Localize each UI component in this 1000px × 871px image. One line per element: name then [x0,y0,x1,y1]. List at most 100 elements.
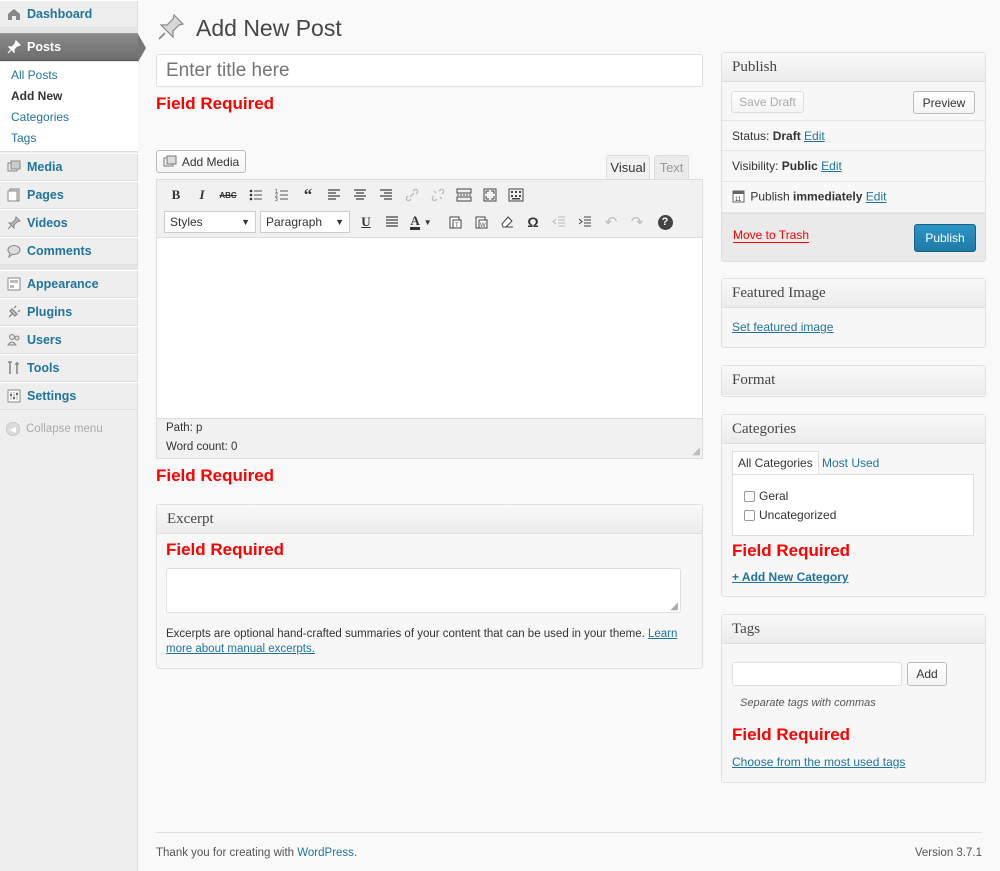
edit-status-link[interactable]: Edit [804,129,825,143]
wordpress-link[interactable]: WordPress [297,847,354,859]
indent-icon[interactable] [575,212,595,232]
category-item[interactable]: Geral [744,489,788,503]
kitchen-sink-toggle-button[interactable] [506,185,526,205]
publish-button[interactable]: Publish [914,224,976,252]
italic-button[interactable]: I [192,185,212,205]
justify-button[interactable] [382,212,402,232]
outdent-icon[interactable] [549,212,569,232]
underline-button[interactable]: U [356,212,376,232]
sidebar-item-appearance[interactable]: Appearance [0,270,138,298]
category-label: Geral [759,489,789,503]
strikethrough-button[interactable]: ABC [218,185,238,205]
editor-path: Path: p [166,422,203,434]
paste-from-word-button[interactable]: W [471,212,491,232]
set-featured-image-link[interactable]: Set featured image [732,320,833,334]
paste-as-text-button[interactable]: T [445,212,465,232]
format-select[interactable]: Paragraph ▼ [260,211,350,233]
plug-icon [6,304,22,320]
sidebar-item-tools[interactable]: Tools [0,354,138,382]
visibility-label: Visibility: [732,159,782,173]
excerpt-textarea[interactable]: ◢ [166,568,681,613]
sidebar-item-posts[interactable]: Posts [0,33,146,62]
bold-button[interactable]: B [166,185,186,205]
sidebar-item-dashboard[interactable]: Dashboard [0,0,138,28]
text-color-button[interactable]: A ▼ [406,212,436,232]
edit-visibility-link[interactable]: Edit [821,159,842,173]
submenu-add-new[interactable]: Add New [11,89,62,103]
categories-panel-title[interactable]: Categories [722,415,985,444]
category-item[interactable]: Uncategorized [744,508,836,522]
tab-all-categories[interactable]: All Categories [732,451,819,475]
calendar-icon: 11 [732,189,745,206]
add-tag-button[interactable]: Add [907,662,947,686]
format-panel-title[interactable]: Format [722,366,985,395]
collapse-menu-button[interactable]: ◀ Collapse menu [6,422,103,436]
sidebar-item-media[interactable]: Media [0,153,138,181]
collapse-arrow-icon: ◀ [6,422,20,436]
sidebar-item-pages[interactable]: Pages [0,181,138,209]
tab-visual[interactable]: Visual [606,155,650,179]
undo-icon[interactable]: ↶ [601,212,621,232]
checkbox[interactable] [744,509,755,521]
status-value: Draft [772,129,801,143]
excerpt-help: Excerpts are optional hand-crafted summa… [166,627,686,657]
add-media-button[interactable]: Add Media [156,150,246,173]
unlink-icon[interactable] [428,185,448,205]
fullscreen-button[interactable] [480,185,500,205]
add-new-category-link[interactable]: + Add New Category [732,570,849,584]
resize-handle-icon[interactable]: ◢ [670,601,678,612]
align-right-button[interactable] [376,185,396,205]
submenu-all-posts[interactable]: All Posts [11,68,58,82]
tab-most-used[interactable]: Most Used [822,456,879,470]
help-icon[interactable]: ? [655,212,675,232]
submenu-categories[interactable]: Categories [11,110,69,124]
users-icon [6,332,22,348]
title-field-required-error: Field Required [156,94,275,113]
featured-image-panel: Featured Image Set featured image [721,278,986,348]
new-tag-input[interactable] [732,662,902,686]
blockquote-button[interactable]: “ [298,185,318,205]
tab-text[interactable]: Text [654,155,689,179]
edit-schedule-link[interactable]: Edit [866,190,887,204]
dashboard-icon [6,6,22,22]
numbered-list-button[interactable]: 123 [272,185,292,205]
excerpt-panel-title[interactable]: Excerpt [157,505,702,534]
sidebar-item-users[interactable]: Users [0,326,138,354]
post-content-editor: B I ABC 123 “ Styles ▼ Paragraph ▼ U A ▼… [156,179,703,459]
editor-toolbar: B I ABC 123 “ Styles ▼ Paragraph ▼ U A ▼… [157,180,702,238]
content-field-required-error: Field Required [156,466,275,485]
move-to-trash-link[interactable]: Move to Trash [733,228,810,243]
post-title-input[interactable] [156,54,703,87]
publish-schedule-row: 11 Publish immediately Edit [722,182,985,213]
insert-more-tag-button[interactable] [454,185,474,205]
redo-icon[interactable]: ↷ [627,212,647,232]
insert-link-icon[interactable] [402,185,422,205]
special-character-omega-icon[interactable]: Ω [523,212,543,232]
tags-panel-title[interactable]: Tags [722,615,985,644]
save-draft-button[interactable]: Save Draft [731,91,804,113]
editor-content-area[interactable] [157,238,702,418]
bullet-list-button[interactable] [246,185,266,205]
clear-formatting-eraser-icon[interactable] [497,212,517,232]
align-left-button[interactable] [324,185,344,205]
publish-panel-title[interactable]: Publish [722,53,985,82]
submenu-tags[interactable]: Tags [11,131,36,145]
sidebar-item-videos[interactable]: Videos [0,209,138,237]
styles-select[interactable]: Styles ▼ [164,211,256,233]
sidebar-item-label: Videos [27,216,68,230]
resize-handle-icon[interactable]: ◢ [692,446,700,457]
sidebar-item-comments[interactable]: Comments [0,237,138,265]
text-color-icon: A [410,212,420,230]
choose-most-used-tags-link[interactable]: Choose from the most used tags [732,755,905,769]
tags-field-required-error: Field Required [732,725,851,744]
preview-button[interactable]: Preview [913,91,975,114]
sidebar-item-label: Tools [27,361,60,375]
format-panel: Format [721,365,986,397]
checkbox[interactable] [744,490,755,502]
sidebar-item-plugins[interactable]: Plugins [0,298,138,326]
publish-value: immediately [793,189,863,204]
post-status-row: Status: Draft Edit [722,120,985,151]
align-center-button[interactable] [350,185,370,205]
sidebar-item-settings[interactable]: Settings [0,382,138,410]
featured-image-title[interactable]: Featured Image [722,279,985,308]
